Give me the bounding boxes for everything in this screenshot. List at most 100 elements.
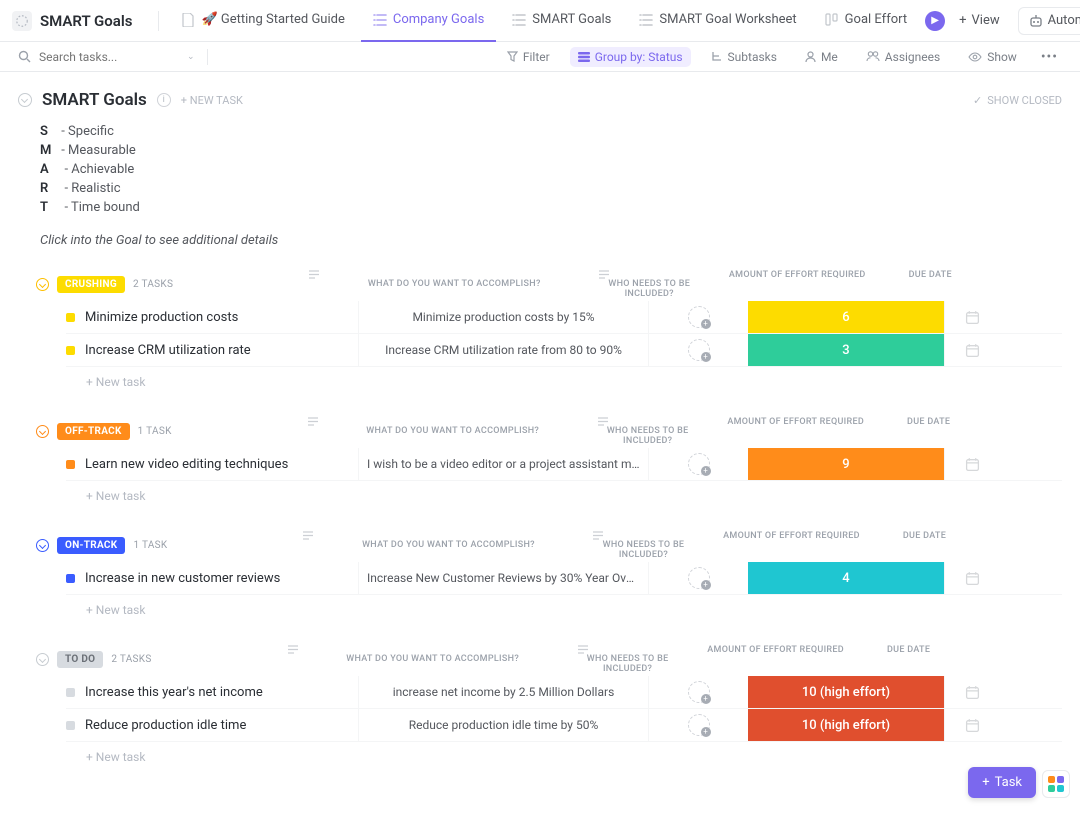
tabs-scroll-right[interactable]: ▶ bbox=[925, 11, 945, 31]
cell-accomplish[interactable]: Increase New Customer Reviews by 30% Yea… bbox=[358, 562, 648, 594]
status-square[interactable] bbox=[66, 313, 75, 322]
filter-button[interactable]: Filter bbox=[499, 47, 558, 67]
col-effort[interactable]: AMOUNT OF EFFORT REQUIRED bbox=[693, 531, 889, 560]
me-button[interactable]: Me bbox=[797, 47, 846, 67]
assignees-button[interactable]: Assignees bbox=[858, 47, 948, 67]
collapse-group[interactable] bbox=[36, 425, 49, 438]
cell-due-date[interactable] bbox=[944, 334, 999, 366]
eye-icon bbox=[968, 52, 982, 62]
apps-launcher[interactable] bbox=[1042, 770, 1070, 798]
assignee-add[interactable] bbox=[688, 567, 710, 589]
task-row[interactable]: Increase in new customer reviews Increas… bbox=[66, 562, 1062, 595]
status-pill[interactable]: CRUSHING bbox=[57, 276, 125, 293]
col-accomplish[interactable]: WHAT DO YOU WANT TO ACCOMPLISH? bbox=[288, 645, 578, 674]
col-who[interactable]: WHO NEEDS TO BE INCLUDED? bbox=[598, 417, 698, 446]
new-task-inline[interactable]: + New task bbox=[66, 367, 1062, 389]
assignee-add[interactable] bbox=[688, 453, 710, 475]
collapse-group[interactable] bbox=[36, 653, 49, 666]
status-pill[interactable]: TO DO bbox=[57, 651, 103, 668]
assignee-add[interactable] bbox=[688, 339, 710, 361]
cell-effort[interactable]: 4 bbox=[748, 562, 944, 594]
cell-accomplish[interactable]: Increase CRM utilization rate from 80 to… bbox=[358, 334, 648, 366]
cell-accomplish[interactable]: I wish to be a video editor or a project… bbox=[358, 448, 648, 480]
status-square[interactable] bbox=[66, 721, 75, 730]
search-expand[interactable]: ⌄ bbox=[187, 52, 195, 62]
task-row[interactable]: Minimize production costs Minimize produ… bbox=[66, 301, 1062, 334]
col-due[interactable]: DUE DATE bbox=[894, 417, 964, 446]
status-group: OFF-TRACK 1 TASK WHAT DO YOU WANT TO ACC… bbox=[18, 417, 1062, 503]
automate-button[interactable]: Automate bbox=[1018, 7, 1080, 35]
tab-goal-effort[interactable]: Goal Effort bbox=[813, 0, 919, 42]
cell-due-date[interactable] bbox=[944, 709, 999, 741]
task-count: 1 TASK bbox=[138, 426, 172, 437]
assignee-add[interactable] bbox=[688, 681, 710, 703]
cell-due-date[interactable] bbox=[944, 448, 999, 480]
tab-smart-goals[interactable]: SMART Goals bbox=[500, 0, 623, 42]
col-who[interactable]: WHO NEEDS TO BE INCLUDED? bbox=[593, 531, 693, 560]
assignee-add[interactable] bbox=[688, 714, 710, 736]
collapse-list[interactable] bbox=[18, 93, 32, 107]
col-due[interactable]: DUE DATE bbox=[889, 531, 959, 560]
tab-company-goals[interactable]: Company Goals bbox=[361, 0, 496, 42]
tab-getting-started[interactable]: 🚀 Getting Started Guide bbox=[169, 0, 356, 42]
col-due[interactable]: DUE DATE bbox=[895, 270, 965, 299]
cell-accomplish[interactable]: increase net income by 2.5 Million Dolla… bbox=[358, 676, 648, 708]
info-icon[interactable]: i bbox=[157, 93, 171, 107]
col-accomplish[interactable]: WHAT DO YOU WANT TO ACCOMPLISH? bbox=[308, 417, 598, 446]
app-title: SMART Goals bbox=[40, 12, 132, 30]
search-input[interactable] bbox=[39, 50, 159, 64]
show-closed-button[interactable]: ✓ SHOW CLOSED bbox=[973, 94, 1062, 107]
collapse-group[interactable] bbox=[36, 539, 49, 552]
status-square[interactable] bbox=[66, 460, 75, 469]
task-row[interactable]: Reduce production idle time Reduce produ… bbox=[66, 709, 1062, 742]
status-square[interactable] bbox=[66, 346, 75, 355]
col-effort[interactable]: AMOUNT OF EFFORT REQUIRED bbox=[698, 417, 894, 446]
task-row[interactable]: Increase this year's net income increase… bbox=[66, 676, 1062, 709]
show-button[interactable]: Show bbox=[960, 47, 1025, 67]
cell-accomplish[interactable]: Minimize production costs by 15% bbox=[358, 301, 648, 333]
subtasks-button[interactable]: Subtasks bbox=[703, 47, 785, 67]
new-task-inline[interactable]: + New task bbox=[66, 481, 1062, 503]
cell-effort[interactable]: 9 bbox=[748, 448, 944, 480]
new-task-floating[interactable]: + Task bbox=[968, 767, 1036, 798]
status-square[interactable] bbox=[66, 688, 75, 697]
new-task-inline[interactable]: + New task bbox=[66, 595, 1062, 617]
cell-assignee bbox=[648, 301, 748, 333]
list-icon bbox=[512, 13, 526, 27]
task-row[interactable]: Learn new video editing techniques I wis… bbox=[66, 448, 1062, 481]
group-by-button[interactable]: Group by: Status bbox=[570, 47, 691, 67]
list-header: SMART Goals i + NEW TASK ✓ SHOW CLOSED bbox=[18, 90, 1062, 110]
task-row[interactable]: Increase CRM utilization rate Increase C… bbox=[66, 334, 1062, 367]
cell-effort[interactable]: 3 bbox=[748, 334, 944, 366]
col-effort[interactable]: AMOUNT OF EFFORT REQUIRED bbox=[699, 270, 895, 299]
cell-due-date[interactable] bbox=[944, 562, 999, 594]
col-accomplish[interactable]: WHAT DO YOU WANT TO ACCOMPLISH? bbox=[303, 531, 593, 560]
col-effort[interactable]: AMOUNT OF EFFORT REQUIRED bbox=[678, 645, 874, 674]
plus-icon: + bbox=[982, 775, 989, 790]
assignee-add[interactable] bbox=[688, 306, 710, 328]
cell-accomplish[interactable]: Reduce production idle time by 50% bbox=[358, 709, 648, 741]
add-view-button[interactable]: + View bbox=[949, 8, 1010, 33]
cell-due-date[interactable] bbox=[944, 301, 999, 333]
col-who[interactable]: WHO NEEDS TO BE INCLUDED? bbox=[578, 645, 678, 674]
cell-assignee bbox=[648, 709, 748, 741]
col-who[interactable]: WHO NEEDS TO BE INCLUDED? bbox=[599, 270, 699, 299]
col-accomplish[interactable]: WHAT DO YOU WANT TO ACCOMPLISH? bbox=[309, 270, 599, 299]
cell-effort[interactable]: 10 (high effort) bbox=[748, 709, 944, 741]
more-menu[interactable]: ••• bbox=[1037, 49, 1062, 65]
cell-effort[interactable]: 6 bbox=[748, 301, 944, 333]
status-pill[interactable]: OFF-TRACK bbox=[57, 423, 130, 440]
status-group: ON-TRACK 1 TASK WHAT DO YOU WANT TO ACCO… bbox=[18, 531, 1062, 617]
tab-worksheet[interactable]: SMART Goal Worksheet bbox=[627, 0, 808, 42]
tabs-bar: SMART Goals 🚀 Getting Started Guide Comp… bbox=[0, 0, 1080, 42]
new-task-top[interactable]: + NEW TASK bbox=[181, 94, 243, 107]
status-pill[interactable]: ON-TRACK bbox=[57, 537, 125, 554]
status-square[interactable] bbox=[66, 574, 75, 583]
collapse-group[interactable] bbox=[36, 278, 49, 291]
cell-due-date[interactable] bbox=[944, 676, 999, 708]
cell-effort[interactable]: 10 (high effort) bbox=[748, 676, 944, 708]
col-due[interactable]: DUE DATE bbox=[874, 645, 944, 674]
new-task-inline[interactable]: + New task bbox=[66, 742, 1062, 764]
status-group: TO DO 2 TASKS WHAT DO YOU WANT TO ACCOMP… bbox=[18, 645, 1062, 764]
list-icon bbox=[639, 13, 653, 27]
